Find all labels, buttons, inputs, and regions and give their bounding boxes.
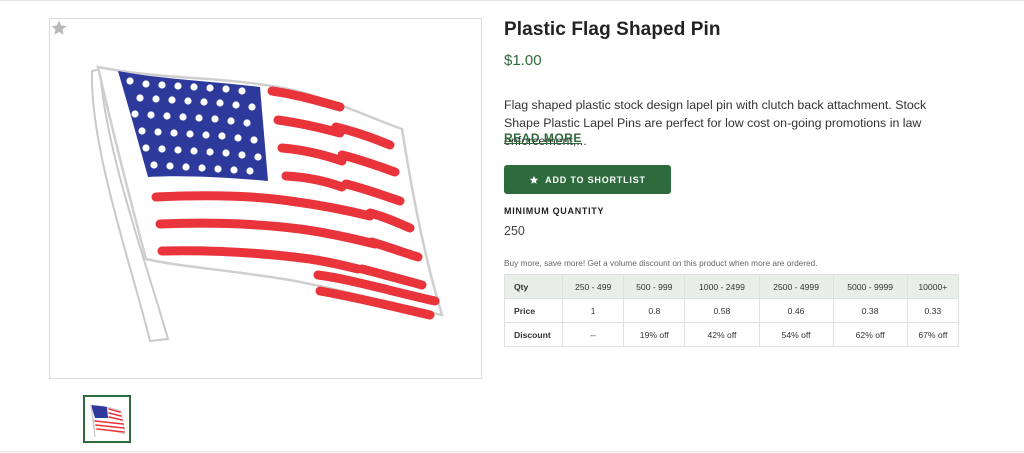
star-icon [530, 175, 539, 184]
bottom-divider [0, 451, 1024, 452]
pricing-header-cell: 250 - 499 [561, 274, 625, 299]
price-cell: 0.8 [623, 298, 686, 323]
product-thumbnail[interactable] [83, 395, 131, 443]
pricing-header-cell: 1000 - 2499 [684, 274, 760, 299]
discount-cell: 62% off [832, 322, 908, 347]
pricing-header-cell: 10000+ [906, 274, 960, 299]
discount-cell: 54% off [758, 322, 834, 347]
price-cell: 0.33 [906, 298, 960, 323]
favorite-star-icon[interactable] [50, 19, 68, 37]
flag-pin-illustration [90, 65, 444, 343]
pricing-header-cell: 2500 - 4999 [758, 274, 834, 299]
add-to-shortlist-button[interactable]: ADD TO SHORTLIST [504, 165, 671, 194]
price-row-label: Price [504, 298, 563, 323]
price-cell: 0.46 [758, 298, 834, 323]
discount-cell: 19% off [623, 322, 686, 347]
discount-cell: -- [561, 322, 625, 347]
add-to-shortlist-label: ADD TO SHORTLIST [545, 174, 646, 185]
discount-cell: 67% off [906, 322, 960, 347]
read-more-link[interactable]: READ MORE [504, 131, 582, 145]
discount-row-label: Discount [504, 322, 563, 347]
pricing-header-row: Qty 250 - 499 500 - 999 1000 - 2499 2500… [504, 274, 960, 299]
top-divider [0, 0, 1024, 1]
pricing-table: Qty 250 - 499 500 - 999 1000 - 2499 2500… [504, 274, 960, 347]
discount-cell: 42% off [684, 322, 760, 347]
price-cell: 1 [561, 298, 625, 323]
pricing-header-cell: 5000 - 9999 [832, 274, 908, 299]
product-title: Plastic Flag Shaped Pin [504, 19, 721, 40]
minimum-quantity-label: MINIMUM QUANTITY [504, 206, 605, 216]
volume-discount-note: Buy more, save more! Get a volume discou… [504, 258, 818, 268]
pricing-price-row: Price 1 0.8 0.58 0.46 0.38 0.33 [504, 298, 960, 323]
pricing-discount-row: Discount -- 19% off 42% off 54% off 62% … [504, 322, 960, 347]
product-image-main[interactable] [49, 18, 482, 379]
price-cell: 0.58 [684, 298, 760, 323]
pricing-header-cell: 500 - 999 [623, 274, 686, 299]
minimum-quantity-value: 250 [504, 224, 525, 238]
price-cell: 0.38 [832, 298, 908, 323]
flag-thumbnail-icon [90, 404, 126, 438]
pricing-header-cell: Qty [504, 274, 563, 299]
product-price: $1.00 [504, 52, 542, 69]
